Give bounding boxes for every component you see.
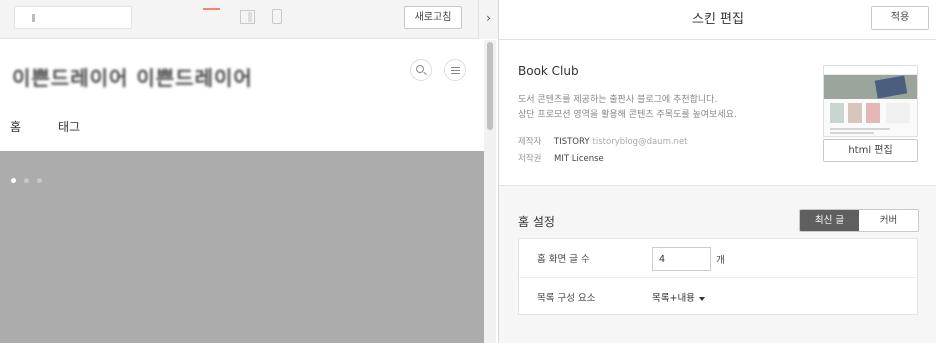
slider-dot-1[interactable] (11, 178, 16, 183)
preview-scrollbar[interactable] (484, 40, 496, 343)
preview-toolbar: 새로고침 (0, 0, 484, 39)
post-count-unit: 개 (716, 255, 725, 266)
post-count-row: 홈 화면 글 수 개 (519, 239, 917, 277)
author-row: 제작자 TISTORY tistoryblog@daum.net (518, 137, 688, 147)
editor-header: 스킨 편집 적용 (499, 0, 936, 40)
skin-thumbnail (823, 65, 918, 137)
caret-down-icon (698, 296, 705, 301)
blurred-url (32, 14, 35, 22)
tablet-view-icon[interactable] (240, 10, 255, 24)
apply-button[interactable]: 적용 (871, 6, 929, 30)
blog-title: 이쁜드레이어 이쁜드레이어 (12, 66, 253, 90)
preview-url-field[interactable] (14, 6, 132, 29)
skin-name: Book Club (518, 64, 579, 78)
mobile-view-icon[interactable] (272, 9, 282, 24)
tab-cover[interactable]: 커버 (859, 210, 918, 231)
home-type-toggle: 최신 글 커버 (799, 209, 919, 232)
slider-dot-2[interactable] (24, 178, 29, 183)
scroll-thumb[interactable] (487, 42, 493, 130)
skin-description: 도서 콘텐츠를 제공하는 출판사 블로그에 추천합니다. 상단 프로모션 영역을… (518, 95, 737, 120)
search-icon[interactable] (410, 59, 432, 81)
html-edit-button[interactable]: html 편집 (823, 139, 918, 162)
slider-dot-3[interactable] (37, 178, 42, 183)
list-layout-label: 목록 구성 요소 (537, 293, 596, 304)
post-count-label: 홈 화면 글 수 (537, 254, 590, 265)
collapse-toggle-icon[interactable]: › (478, 0, 498, 39)
menu-icon[interactable] (444, 59, 466, 81)
skin-info-card: Book Club 도서 콘텐츠를 제공하는 출판사 블로그에 추천합니다. 상… (499, 40, 936, 186)
home-settings-panel: 홈 화면 글 수 개 목록 구성 요소 목록+내용 (518, 238, 918, 315)
refresh-button[interactable]: 새로고침 (404, 6, 462, 29)
blog-preview: 이쁜드레이어 이쁜드레이어 홈 태그 (0, 40, 484, 343)
nav-home[interactable]: 홈 (10, 118, 21, 135)
tab-latest-posts[interactable]: 최신 글 (800, 210, 859, 231)
hero-slider (0, 151, 484, 343)
skin-editor-pane: 스킨 편집 적용 Book Club 도서 콘텐츠를 제공하는 출판사 블로그에… (498, 0, 936, 343)
desktop-view-indicator[interactable] (203, 8, 220, 10)
home-settings-title: 홈 설정 (518, 215, 555, 229)
license-row: 저작권 MIT License (518, 154, 604, 164)
nav-tag[interactable]: 태그 (58, 118, 80, 135)
list-layout-select[interactable]: 목록+내용 (652, 290, 705, 304)
post-count-input[interactable] (652, 247, 711, 271)
preview-pane: 새로고침 이쁜드레이어 이쁜드레이어 홈 태그 (0, 0, 484, 343)
list-layout-row: 목록 구성 요소 목록+내용 (519, 277, 917, 315)
